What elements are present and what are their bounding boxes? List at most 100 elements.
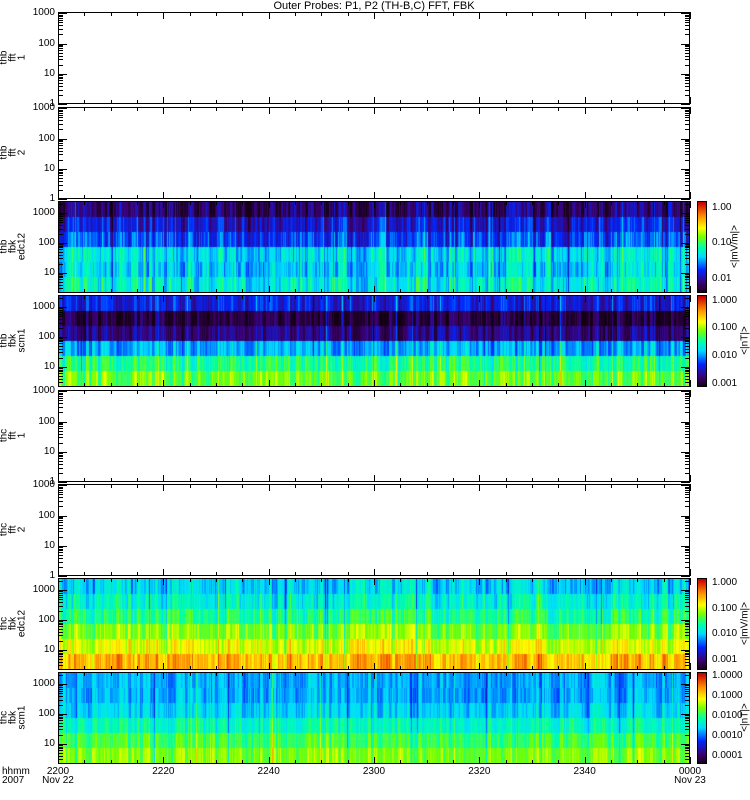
y-minor-tick (58, 626, 63, 628)
y-minor-tick (58, 94, 63, 96)
x-tick (347, 672, 349, 676)
y-tick-label: 100 (38, 132, 55, 144)
x-tick (611, 578, 612, 582)
y-minor-tick (685, 430, 690, 432)
y-minor-tick (58, 281, 63, 283)
x-tick (400, 12, 402, 16)
y-minor-tick (58, 214, 63, 216)
y-minor-tick (58, 75, 63, 77)
x-tick (58, 286, 59, 293)
y-minor-tick (685, 552, 690, 554)
x-tick (321, 295, 323, 299)
y-minor-tick (58, 552, 63, 554)
y-minor-tick (58, 430, 63, 432)
x-tick (295, 666, 296, 670)
y-minor-tick (685, 34, 690, 36)
y-major-tick (681, 482, 690, 483)
y-minor-tick (58, 605, 63, 607)
figure-title: Outer Probes: P1, P2 (TH-B,C) FFT, FBK (273, 0, 475, 12)
x-tick (374, 672, 375, 679)
colorbar-tick-label: 1.000 (712, 577, 738, 589)
y-minor-tick (685, 412, 690, 414)
y-minor-tick (58, 373, 63, 375)
x-tick (110, 478, 112, 482)
x-tick (663, 666, 665, 670)
x-tick (584, 380, 586, 387)
y-minor-tick (58, 453, 63, 455)
x-tick (84, 107, 86, 111)
y-minor-tick (58, 397, 63, 399)
x-tick (163, 672, 165, 679)
x-tick (268, 663, 270, 670)
y-minor-tick (685, 752, 690, 754)
panel-label-line: 2 (16, 526, 28, 533)
y-minor-tick (685, 352, 690, 354)
y-minor-tick (685, 120, 690, 122)
x-tick (58, 192, 59, 199)
panel-label: thc fbk scm1 (0, 688, 28, 748)
colorbar-thc-fbk-edc12 (697, 578, 707, 670)
x-tick (532, 295, 533, 299)
colorbar-tick-label: 0.1000 (712, 690, 743, 701)
y-minor-tick (58, 456, 63, 458)
y-minor-tick (685, 145, 690, 147)
x-tick (479, 380, 481, 387)
panel-label: thc fft 2 (0, 500, 28, 560)
y-tick-label: 10 (43, 445, 55, 457)
y-minor-tick (58, 734, 63, 736)
y-minor-tick (685, 460, 690, 462)
x-tick (400, 578, 402, 582)
y-minor-tick (685, 318, 690, 320)
x-tick (268, 380, 270, 387)
y-minor-tick (58, 748, 63, 750)
x-tick (163, 578, 165, 585)
y-minor-tick (58, 750, 63, 752)
x-tick (347, 289, 349, 293)
x-tick (479, 107, 481, 114)
y-minor-tick (58, 656, 63, 658)
y-minor-tick (58, 154, 63, 156)
colorbar-thc-fbk-scm1 (697, 672, 707, 764)
x-tick (690, 295, 691, 302)
y-minor-tick (685, 494, 690, 496)
y-minor-tick (58, 247, 63, 249)
y-minor-tick (685, 686, 690, 688)
y-minor-tick (685, 233, 690, 235)
x-tick (690, 97, 691, 104)
y-minor-tick (685, 554, 690, 556)
x-tick (558, 672, 560, 676)
x-tick (479, 578, 481, 585)
y-minor-tick (58, 686, 63, 688)
y-minor-tick (685, 501, 690, 503)
x-tick (453, 107, 454, 111)
y-minor-tick (58, 311, 63, 313)
y-minor-tick (685, 245, 690, 247)
y-minor-tick (685, 154, 690, 156)
x-tick (558, 12, 560, 16)
x-tick (426, 12, 428, 16)
y-minor-tick (685, 598, 690, 600)
y-tick-label: 100 (38, 37, 55, 49)
x-tick (347, 107, 349, 111)
y-minor-tick (685, 143, 690, 145)
spectrogram-thc-fbk-edc12 (59, 579, 689, 669)
y-minor-tick (58, 139, 63, 141)
x-tick (690, 107, 691, 114)
x-tick (453, 478, 454, 482)
x-tick (505, 295, 507, 299)
x-tick (58, 107, 59, 114)
x-tick (347, 195, 349, 199)
x-tick (584, 663, 586, 670)
y-minor-tick (685, 550, 690, 552)
x-tick (84, 12, 86, 16)
x-tick (663, 760, 665, 764)
y-major-tick (58, 576, 67, 577)
y-minor-tick (685, 249, 690, 251)
x-tick (268, 390, 270, 397)
colorbar-thb-fbk-scm1 (697, 295, 707, 387)
x-tick (532, 572, 533, 576)
y-minor-tick (685, 715, 690, 717)
x-tick (479, 201, 481, 208)
panel-label-line: edc12 (16, 609, 28, 638)
x-tick (558, 760, 560, 764)
